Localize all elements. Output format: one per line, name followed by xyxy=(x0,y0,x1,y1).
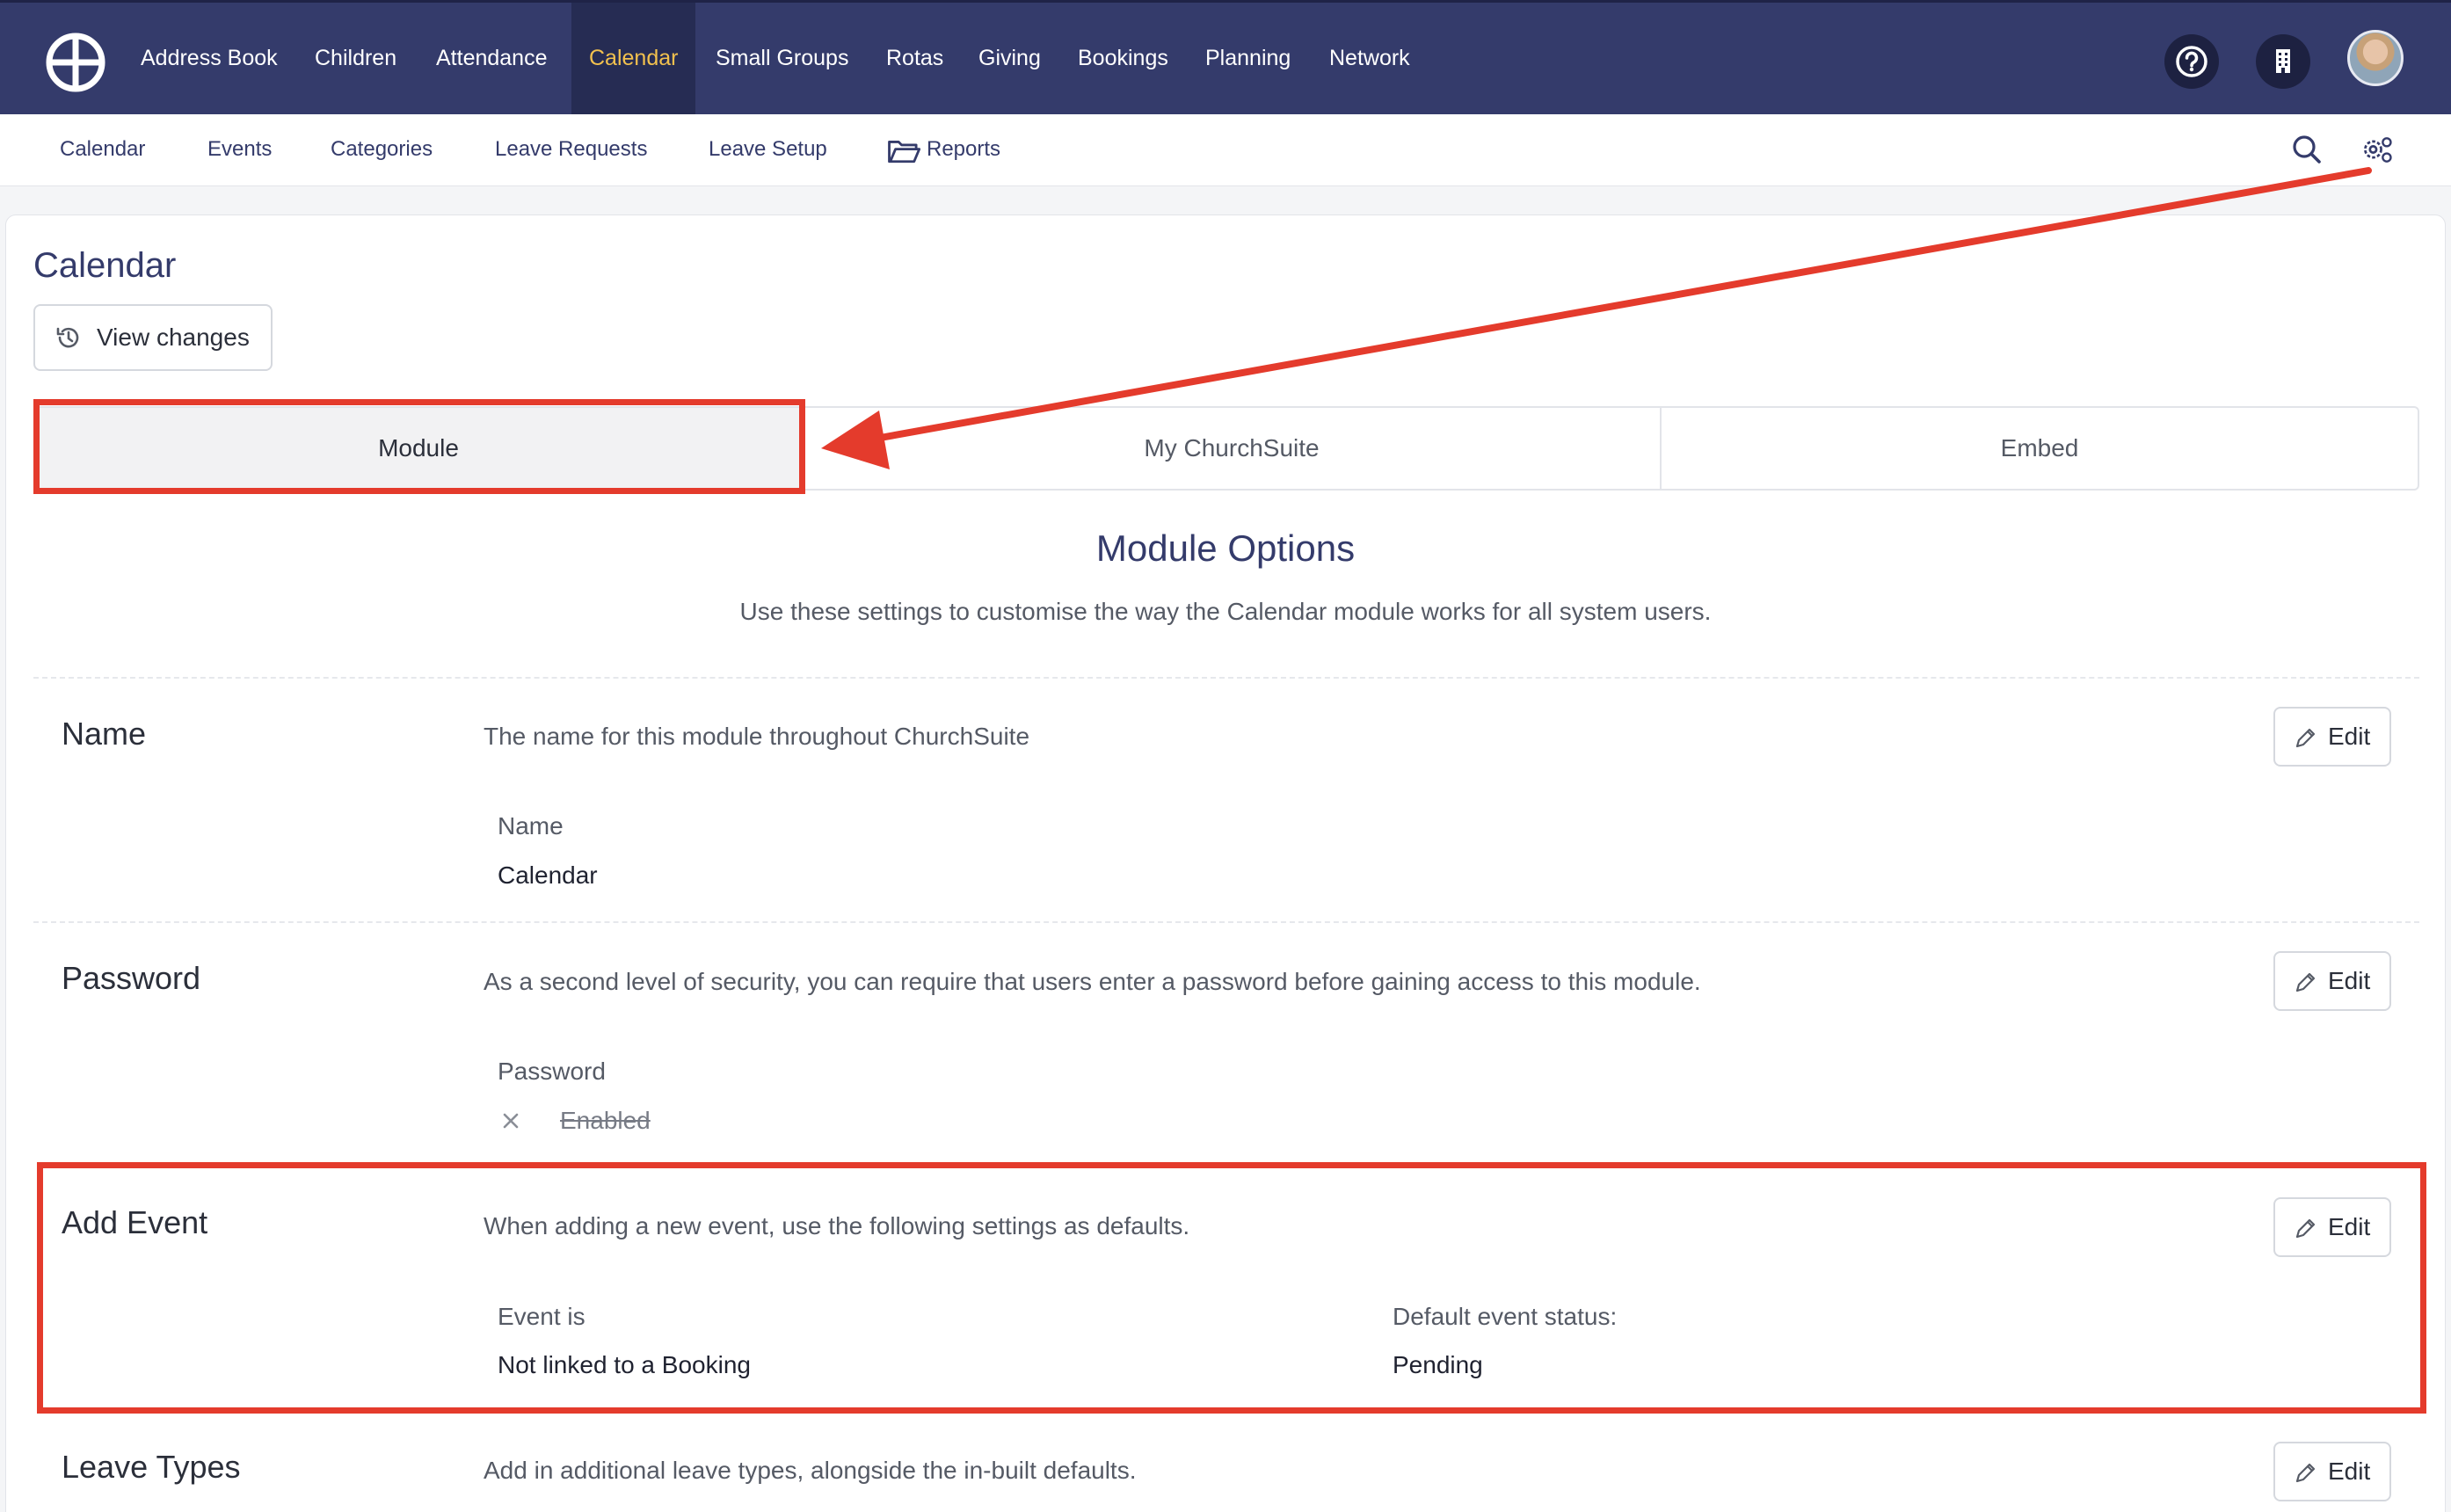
organisation-button[interactable] xyxy=(2256,34,2310,89)
nav-attendance[interactable]: Attendance xyxy=(436,3,548,114)
field-name-label: Name xyxy=(498,812,564,840)
divider xyxy=(33,677,2419,679)
edit-password-button[interactable]: Edit xyxy=(2273,951,2391,1011)
tab-embed[interactable]: Embed xyxy=(1660,408,2418,489)
settings-gears-icon[interactable] xyxy=(2360,132,2395,167)
edit-name-button[interactable]: Edit xyxy=(2273,707,2391,767)
pencil-icon xyxy=(2295,972,2316,992)
row-leave-types-label: Leave Types xyxy=(62,1449,241,1485)
nav-giving[interactable]: Giving xyxy=(978,3,1041,114)
sub-navbar: Calendar Events Categories Leave Request… xyxy=(0,114,2451,186)
top-navbar: Address Book Children Attendance Calenda… xyxy=(0,0,2451,114)
help-button[interactable] xyxy=(2164,34,2219,89)
field-event-is-label: Event is xyxy=(498,1303,585,1330)
edit-label: Edit xyxy=(2328,1213,2371,1240)
nav-address-book[interactable]: Address Book xyxy=(141,3,278,114)
pencil-icon xyxy=(2295,1218,2316,1239)
subnav-reports[interactable]: Reports xyxy=(927,114,1000,185)
folder-icon xyxy=(888,141,921,164)
cross-icon xyxy=(503,1113,519,1129)
field-name-value: Calendar xyxy=(498,861,598,889)
nav-planning[interactable]: Planning xyxy=(1205,3,1291,114)
row-leave-types-description: Add in additional leave types, alongside… xyxy=(484,1457,1137,1484)
edit-label: Edit xyxy=(2328,1457,2371,1485)
module-options-title: Module Options xyxy=(1095,527,1356,569)
view-changes-label: View changes xyxy=(97,323,250,351)
help-icon xyxy=(2176,46,2207,77)
building-icon xyxy=(2276,49,2290,73)
nav-small-groups[interactable]: Small Groups xyxy=(716,3,848,114)
subnav-events[interactable]: Events xyxy=(207,114,272,185)
edit-add-event-button[interactable]: Edit xyxy=(2273,1197,2391,1257)
subnav-categories[interactable]: Categories xyxy=(331,114,433,185)
row-name-label: Name xyxy=(62,716,147,752)
churchsuite-logo-icon[interactable] xyxy=(46,33,105,92)
field-password-label: Password xyxy=(498,1058,606,1085)
nav-children[interactable]: Children xyxy=(315,3,396,114)
subnav-leave-requests[interactable]: Leave Requests xyxy=(495,114,647,185)
row-password-description: As a second level of security, you can r… xyxy=(484,968,1701,995)
field-password-value: Enabled xyxy=(560,1107,651,1134)
history-icon xyxy=(56,327,79,348)
row-add-event-label: Add Event xyxy=(62,1204,208,1240)
subnav-leave-setup[interactable]: Leave Setup xyxy=(709,114,827,185)
page-title: Calendar xyxy=(33,246,177,285)
module-options-description: Use these settings to customise the way … xyxy=(739,598,1712,625)
subnav-calendar[interactable]: Calendar xyxy=(60,114,145,185)
field-event-is-value: Not linked to a Booking xyxy=(498,1351,751,1378)
row-add-event-description: When adding a new event, use the followi… xyxy=(484,1212,1190,1239)
nav-bookings[interactable]: Bookings xyxy=(1078,3,1168,114)
field-default-status-label: Default event status: xyxy=(1393,1303,1618,1330)
row-name-description: The name for this module throughout Chur… xyxy=(484,723,1030,750)
nav-network[interactable]: Network xyxy=(1329,3,1410,114)
tab-my-churchsuite[interactable]: My ChurchSuite xyxy=(802,408,1660,489)
view-changes-button[interactable]: View changes xyxy=(33,304,273,371)
divider xyxy=(33,921,2419,923)
pencil-icon xyxy=(2295,1463,2316,1483)
edit-label: Edit xyxy=(2328,723,2371,750)
user-avatar[interactable] xyxy=(2347,30,2404,86)
search-icon[interactable] xyxy=(2289,132,2324,167)
tab-module[interactable]: Module xyxy=(35,408,802,489)
nav-calendar[interactable]: Calendar xyxy=(571,3,696,114)
pencil-icon xyxy=(2295,728,2316,748)
settings-tabs: Module My ChurchSuite Embed xyxy=(33,406,2419,491)
row-password-label: Password xyxy=(62,960,201,996)
nav-rotas[interactable]: Rotas xyxy=(886,3,943,114)
edit-label: Edit xyxy=(2328,967,2371,994)
edit-leave-types-button[interactable]: Edit xyxy=(2273,1442,2391,1501)
field-default-status-value: Pending xyxy=(1393,1351,1483,1378)
